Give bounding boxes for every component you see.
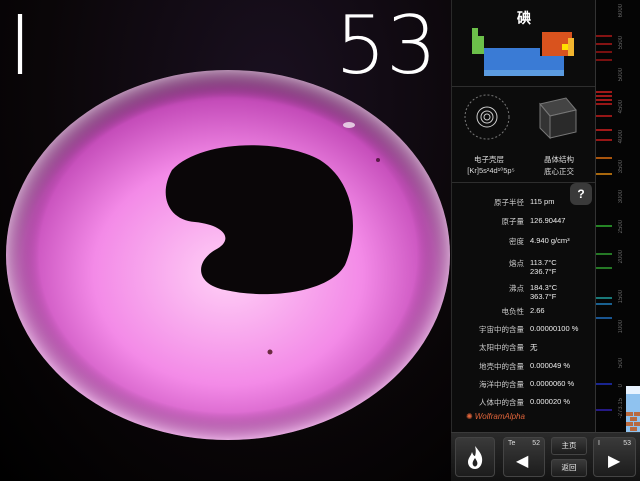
periodic-table-icon[interactable] <box>468 26 580 82</box>
property-label: 宇宙中的含量 <box>479 325 524 334</box>
scale-tick: 5500 <box>618 36 624 50</box>
previous-element-number: 52 <box>532 440 540 447</box>
scale-tick: 0 <box>618 384 624 388</box>
property-label: 地壳中的含量 <box>479 362 524 371</box>
scale-tick: 2500 <box>618 220 624 234</box>
property-value: 126.90447 <box>530 216 566 225</box>
property-value: 184.3°C <box>530 283 558 292</box>
wolfram-star-icon: ✺ <box>466 412 473 421</box>
next-element-button[interactable]: I 53 ▶ <box>593 437 636 477</box>
scale-tick: 4000 <box>618 130 624 144</box>
scale-tick: 3500 <box>618 160 624 174</box>
scale-tick: 6000 <box>618 4 624 18</box>
right-arrow-icon: ▶ <box>608 453 621 470</box>
electron-shell-caption: 电子壳层 <box>474 155 504 164</box>
scale-tick: 1000 <box>618 320 624 334</box>
home-button[interactable]: 主页 <box>551 437 587 455</box>
property-label: 海洋中的含量 <box>479 380 524 389</box>
property-value: 0.000049 % <box>530 361 571 370</box>
crystal-structure-type: 底心正交 <box>544 167 574 176</box>
property-value: 115 pm <box>530 197 555 206</box>
element-symbol: I <box>8 0 33 94</box>
property-label: 原子量 <box>501 217 525 226</box>
crystal-structure-caption: 晶体结构 <box>544 155 574 164</box>
property-label: 熔点 <box>509 259 524 268</box>
property-label: 沸点 <box>509 284 524 293</box>
temperature-spectrum-bar[interactable]: 6000 5500 5000 4500 4000 3500 3000 2500 … <box>595 0 640 432</box>
next-element-symbol: I <box>598 440 600 447</box>
property-label: 人体中的含量 <box>479 398 524 407</box>
scale-tick: 5000 <box>618 68 624 82</box>
property-label: 原子半径 <box>494 198 524 207</box>
scale-tick: 2000 <box>618 250 624 264</box>
element-info-panel: 碘 电子壳层 [Kr]5s²4d¹⁰5p⁵ 晶体结构 底心正交 ? 原子半径 1… <box>451 0 596 432</box>
scale-tick: 4500 <box>618 100 624 114</box>
left-arrow-icon: ◀ <box>516 453 529 470</box>
flame-test-button[interactable] <box>455 437 495 477</box>
wolfram-alpha-logo[interactable]: ✺ WolframAlpha <box>466 412 525 421</box>
wolfram-brand-text: WolframAlpha <box>474 412 525 421</box>
property-value: 0.000020 % <box>530 397 571 406</box>
property-value: 363.7°F <box>530 292 557 301</box>
property-value: 无 <box>530 343 538 352</box>
element-photo: I 53 <box>0 0 451 480</box>
help-button[interactable]: ? <box>570 183 592 205</box>
property-label: 太阳中的含量 <box>479 343 524 352</box>
previous-element-symbol: Te <box>508 440 516 447</box>
property-label: 密度 <box>509 237 524 246</box>
scale-tick: 3000 <box>618 190 624 204</box>
property-label: 电负性 <box>501 307 525 316</box>
back-button[interactable]: 返回 <box>551 459 587 477</box>
property-value: 236.7°F <box>530 267 557 276</box>
crystal-structure-icon[interactable] <box>532 92 582 142</box>
scale-tick: 1500 <box>618 290 624 304</box>
flame-icon <box>468 446 483 469</box>
property-value: 2.66 <box>530 306 545 315</box>
previous-element-button[interactable]: Te 52 ◀ <box>503 437 545 477</box>
scale-tick: 500 <box>618 358 624 369</box>
property-value: 4.940 g/cm³ <box>530 236 570 245</box>
element-name: 碘 <box>517 10 531 26</box>
electron-configuration: [Kr]5s²4d¹⁰5p⁵ <box>467 166 515 175</box>
atomic-number: 53 <box>335 0 437 92</box>
property-value: 113.7°C <box>530 258 557 267</box>
next-element-number: 53 <box>623 440 631 447</box>
electron-shell-icon[interactable] <box>462 92 512 142</box>
scale-tick: -273.15 <box>618 398 624 419</box>
property-value: 0.00000100 % <box>530 324 579 333</box>
navigation-toolbar: Te 52 ◀ 主页 返回 I 53 ▶ <box>451 432 640 481</box>
property-value: 0.0000060 % <box>530 379 575 388</box>
